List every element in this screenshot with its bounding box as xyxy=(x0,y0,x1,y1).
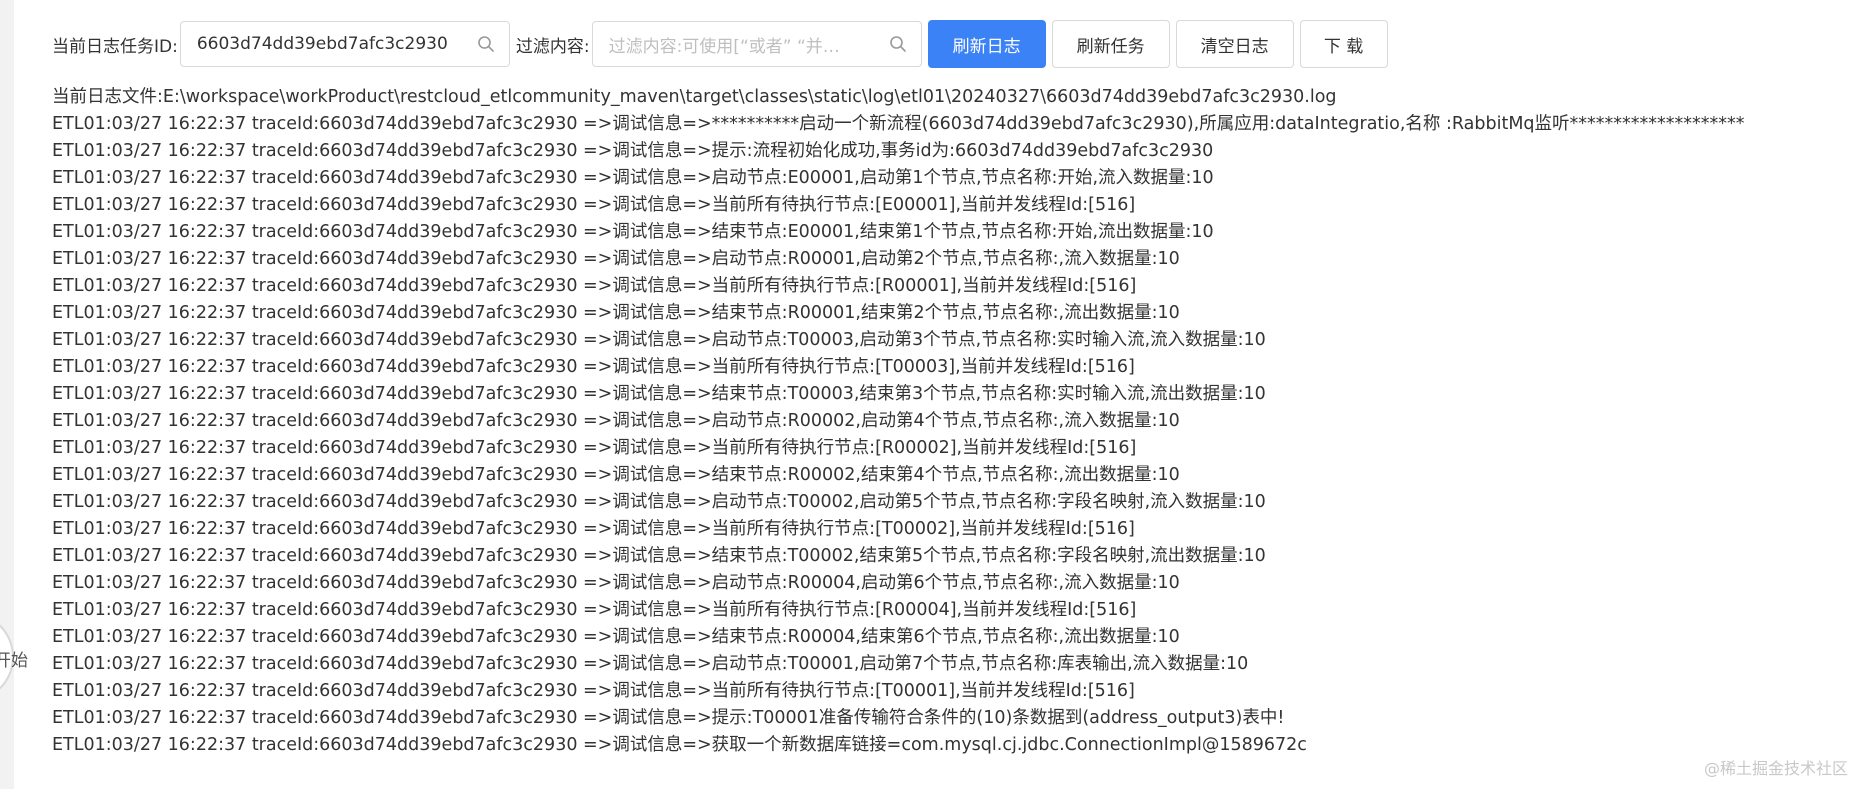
task-id-value: 6603d74dd39ebd7afc3c2930 xyxy=(196,34,448,54)
filter-label: 过滤内容: xyxy=(515,36,590,57)
log-line: ETL01:03/27 16:22:37 traceId:6603d74dd39… xyxy=(52,249,1180,269)
log-toolbar: 当前日志任务ID: 6603d74dd39ebd7afc3c2930 过滤内容:… xyxy=(52,20,1388,68)
log-line: ETL01:03/27 16:22:37 traceId:6603d74dd39… xyxy=(52,195,1136,215)
log-line: ETL01:03/27 16:22:37 traceId:6603d74dd39… xyxy=(52,600,1137,620)
refresh-log-button[interactable]: 刷新日志 xyxy=(927,20,1046,68)
watermark: @稀土掘金技术社区 xyxy=(1703,759,1848,778)
log-line: ETL01:03/27 16:22:37 traceId:6603d74dd39… xyxy=(52,681,1135,701)
log-line: ETL01:03/27 16:22:37 traceId:6603d74dd39… xyxy=(52,465,1180,485)
log-line: ETL01:03/27 16:22:37 traceId:6603d74dd39… xyxy=(52,519,1135,539)
log-line: ETL01:03/27 16:22:37 traceId:6603d74dd39… xyxy=(52,654,1249,674)
task-id-input[interactable]: 6603d74dd39ebd7afc3c2930 xyxy=(179,21,510,67)
log-output: 当前日志文件:E:\workspace\workProduct\restclou… xyxy=(52,84,1842,759)
filter-placeholder: 过滤内容:可使用[“或者” “并… xyxy=(608,36,840,57)
log-line: ETL01:03/27 16:22:37 traceId:6603d74dd39… xyxy=(52,384,1266,404)
log-line: ETL01:03/27 16:22:37 traceId:6603d74dd39… xyxy=(52,735,1307,755)
download-button[interactable]: 下 载 xyxy=(1299,20,1388,68)
refresh-task-button[interactable]: 刷新任务 xyxy=(1051,20,1170,68)
log-line: ETL01:03/27 16:22:37 traceId:6603d74dd39… xyxy=(52,222,1214,242)
log-line: ETL01:03/27 16:22:37 traceId:6603d74dd39… xyxy=(52,411,1180,431)
log-lines: ETL01:03/27 16:22:37 traceId:6603d74dd39… xyxy=(52,111,1842,759)
log-line: ETL01:03/27 16:22:37 traceId:6603d74dd39… xyxy=(52,141,1214,161)
log-line: ETL01:03/27 16:22:37 traceId:6603d74dd39… xyxy=(52,708,1285,728)
filter-input[interactable]: 过滤内容:可使用[“或者” “并… xyxy=(591,21,922,67)
log-line: ETL01:03/27 16:22:37 traceId:6603d74dd39… xyxy=(52,627,1180,647)
log-line: ETL01:03/27 16:22:37 traceId:6603d74dd39… xyxy=(52,573,1180,593)
log-line: ETL01:03/27 16:22:37 traceId:6603d74dd39… xyxy=(52,438,1137,458)
log-line: ETL01:03/27 16:22:37 traceId:6603d74dd39… xyxy=(52,357,1135,377)
log-line: ETL01:03/27 16:22:37 traceId:6603d74dd39… xyxy=(52,492,1266,512)
log-line: ETL01:03/27 16:22:37 traceId:6603d74dd39… xyxy=(52,114,1745,134)
log-line: ETL01:03/27 16:22:37 traceId:6603d74dd39… xyxy=(52,276,1137,296)
log-line: ETL01:03/27 16:22:37 traceId:6603d74dd39… xyxy=(52,546,1266,566)
log-line: ETL01:03/27 16:22:37 traceId:6603d74dd39… xyxy=(52,168,1214,188)
start-node-label: 开始 xyxy=(0,651,28,671)
search-icon[interactable] xyxy=(477,35,495,53)
log-file-path: 当前日志文件:E:\workspace\workProduct\restclou… xyxy=(52,87,1337,107)
search-icon[interactable] xyxy=(889,35,907,53)
log-line: ETL01:03/27 16:22:37 traceId:6603d74dd39… xyxy=(52,330,1266,350)
clear-log-button[interactable]: 清空日志 xyxy=(1175,20,1294,68)
log-line: ETL01:03/27 16:22:37 traceId:6603d74dd39… xyxy=(52,303,1180,323)
task-id-label: 当前日志任务ID: xyxy=(52,36,178,57)
